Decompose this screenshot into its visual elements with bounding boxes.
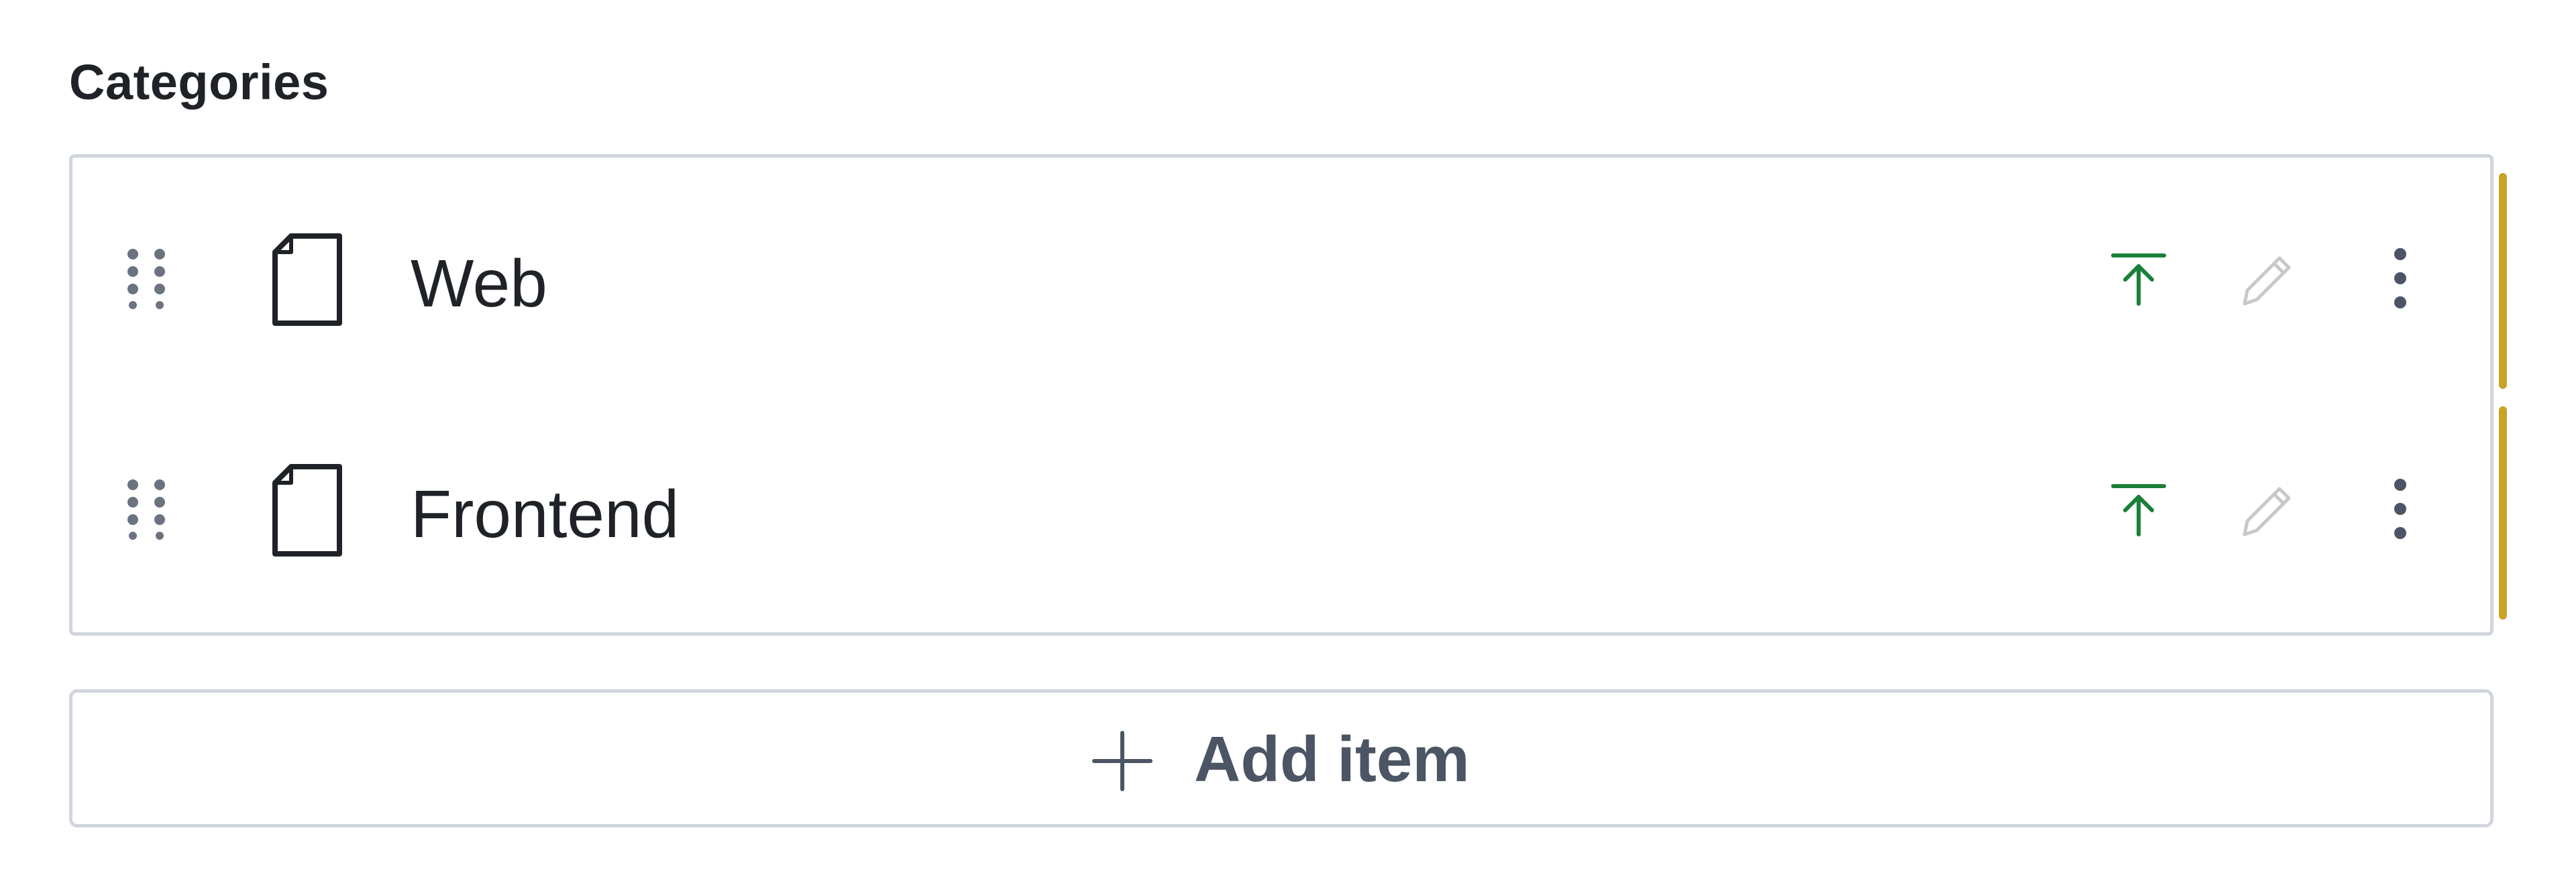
drag-handle-icon[interactable] [126, 247, 166, 309]
add-item-label: Add item [1194, 723, 1470, 795]
plus-icon [1089, 728, 1156, 795]
document-icon [271, 233, 343, 326]
publish-icon[interactable] [2105, 245, 2172, 312]
publish-icon[interactable] [2105, 475, 2172, 542]
status-indicator [2499, 406, 2507, 620]
kebab-menu-icon[interactable] [2367, 245, 2434, 312]
field-label: Categories [69, 54, 329, 110]
kebab-menu-icon[interactable] [2367, 475, 2434, 542]
item-label: Web [411, 246, 547, 321]
item-label: Frontend [411, 477, 680, 552]
pencil-icon[interactable] [2233, 475, 2300, 542]
document-icon [271, 464, 343, 557]
pencil-icon[interactable] [2233, 245, 2300, 312]
list-item: Frontend [72, 388, 2490, 619]
list-item: Web [72, 158, 2490, 388]
add-item-button[interactable]: Add item [69, 689, 2493, 827]
drag-handle-icon[interactable] [126, 478, 166, 540]
categories-list: Web Frontend [69, 154, 2493, 636]
status-indicator [2499, 173, 2507, 389]
